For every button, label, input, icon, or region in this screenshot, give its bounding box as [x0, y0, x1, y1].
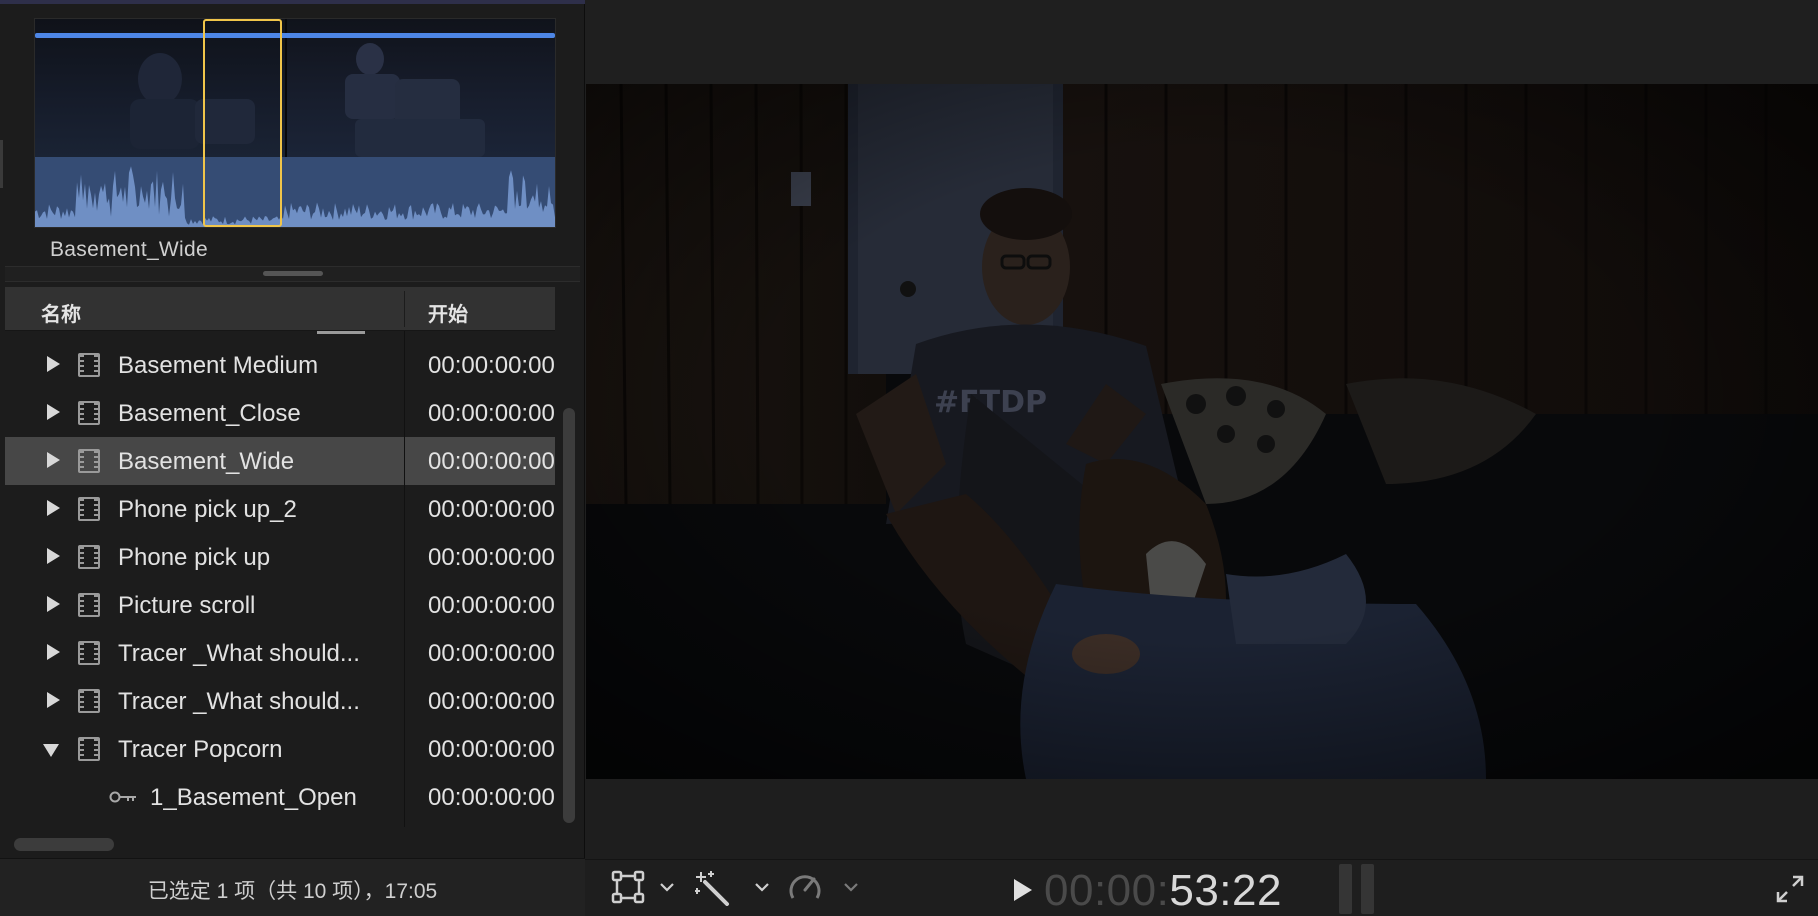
timecode-current: 53:22 [1169, 866, 1282, 915]
column-divider [404, 331, 405, 827]
list-item[interactable]: Basement_Close 00:00:00:00 [5, 389, 555, 437]
audio-waveform [35, 157, 555, 227]
column-header-start[interactable]: 开始 [428, 298, 468, 327]
viewer-panel: #FTDP [585, 0, 1818, 916]
disclosure-triangle-icon[interactable] [47, 692, 60, 708]
list-item[interactable]: Tracer _What should... 00:00:00:00 [5, 629, 555, 677]
disclosure-triangle-open-icon[interactable] [43, 744, 59, 757]
clip-start-timecode: 00:00:00:00 [428, 736, 555, 763]
list-item-keyword[interactable]: 1_Basement_Open 00:00:00:00 [5, 773, 555, 821]
filmstrip-thumbnail [285, 19, 555, 157]
disclosure-triangle-icon[interactable] [47, 548, 60, 564]
list-item[interactable]: Phone pick up 00:00:00:00 [5, 533, 555, 581]
chevron-down-icon[interactable] [843, 882, 859, 892]
disclosure-triangle-icon[interactable] [47, 356, 60, 372]
film-clip-icon [78, 641, 100, 665]
keyword-start-timecode: 00:00:00:00 [428, 784, 555, 811]
clip-name: Phone pick up_2 [118, 496, 297, 523]
skimmer-selection-range[interactable] [203, 19, 282, 227]
list-item[interactable]: Basement Medium 00:00:00:00 [5, 341, 555, 389]
clip-start-timecode: 00:00:00:00 [428, 352, 555, 379]
clip-name: Basement_Wide [118, 448, 295, 475]
disclosure-triangle-icon[interactable] [47, 452, 60, 468]
speedometer-icon[interactable] [787, 870, 823, 906]
viewer-bottom-area [585, 779, 1818, 859]
audio-meter-left [1339, 864, 1352, 914]
clip-filmstrip[interactable] [34, 18, 556, 228]
timecode-display[interactable]: 00:00:53:22 [1044, 866, 1282, 916]
browser-panel: Basement_Wide 名称 开始 Basement Medium 00:0… [0, 0, 585, 916]
video-frame[interactable]: #FTDP [586, 84, 1818, 779]
chevron-down-icon[interactable] [754, 882, 770, 892]
clip-list: Basement Medium 00:00:00:00 Basement_Clo… [5, 331, 555, 827]
clip-start-timecode: 00:00:00:00 [428, 448, 555, 475]
vertical-scrollbar-thumb[interactable] [563, 408, 575, 823]
viewer-toolbar: 00:00:53:22 [585, 859, 1818, 916]
magic-wand-icon[interactable] [695, 870, 731, 906]
horizontal-scrollbar-thumb[interactable] [14, 838, 114, 851]
film-clip-icon [78, 689, 100, 713]
film-clip-icon [78, 593, 100, 617]
clip-name: Picture scroll [118, 592, 256, 619]
clip-name: Tracer Popcorn [118, 736, 283, 763]
panel-edge-tick [0, 140, 3, 188]
clip-name: Tracer _What should... [118, 688, 360, 715]
disclosure-triangle-icon[interactable] [47, 596, 60, 612]
disclosure-triangle-icon[interactable] [47, 500, 60, 516]
transform-crop-icon[interactable] [611, 870, 645, 904]
play-icon[interactable] [1014, 879, 1032, 901]
film-clip-icon [78, 497, 100, 521]
clip-name: Tracer _What should... [118, 640, 360, 667]
clip-start-timecode: 00:00:00:00 [428, 640, 555, 667]
browser-status-bar: 已选定 1 项（共 10 项），17:05 [0, 858, 585, 916]
film-clip-icon [78, 401, 100, 425]
disclosure-triangle-icon[interactable] [47, 644, 60, 660]
list-item-selected[interactable]: Basement_Wide 00:00:00:00 [5, 437, 555, 485]
clip-name: Phone pick up [118, 544, 271, 571]
clip-name: Basement_Close [118, 400, 301, 427]
clip-start-timecode: 00:00:00:00 [428, 544, 555, 571]
browser-top-line [0, 0, 585, 4]
thumbnail-scene [345, 43, 485, 157]
fullscreen-icon[interactable] [1775, 874, 1805, 904]
clip-start-timecode: 00:00:00:00 [428, 400, 555, 427]
list-item[interactable]: Tracer Popcorn 00:00:00:00 [5, 725, 555, 773]
clip-start-timecode: 00:00:00:00 [428, 592, 555, 619]
list-item[interactable]: Tracer _What should... 00:00:00:00 [5, 677, 555, 725]
column-separator[interactable] [404, 291, 405, 327]
list-item[interactable]: Picture scroll 00:00:00:00 [5, 581, 555, 629]
film-clip-icon [78, 737, 100, 761]
audio-meter-right [1361, 864, 1374, 914]
disclosure-triangle-icon[interactable] [47, 404, 60, 420]
clip-name: Basement Medium [118, 352, 319, 379]
column-header-name[interactable]: 名称 [41, 298, 81, 327]
keyword-name: 1_Basement_Open [150, 784, 357, 811]
list-item[interactable]: Phone pick up_2 00:00:00:00 [5, 485, 555, 533]
chevron-down-icon[interactable] [659, 882, 675, 892]
clip-start-timecode: 00:00:00:00 [428, 496, 555, 523]
splitter-drag-handle[interactable] [263, 271, 323, 276]
clip-start-timecode: 00:00:00:00 [428, 688, 555, 715]
video-frame-image: #FTDP [586, 84, 1818, 779]
film-clip-icon [78, 449, 100, 473]
partially-hidden-row [317, 331, 365, 334]
keyword-key-icon [109, 791, 136, 803]
list-header: 名称 开始 [5, 287, 555, 331]
filmstrip-clip-name: Basement_Wide [50, 238, 208, 261]
film-clip-icon [78, 353, 100, 377]
selection-status: 已选定 1 项（共 10 项），17:05 [147, 880, 438, 903]
thumbnail-divider [285, 19, 287, 157]
clip-range-bar [35, 33, 555, 38]
timecode-leading: 00:00: [1044, 866, 1170, 915]
film-clip-icon [78, 545, 100, 569]
